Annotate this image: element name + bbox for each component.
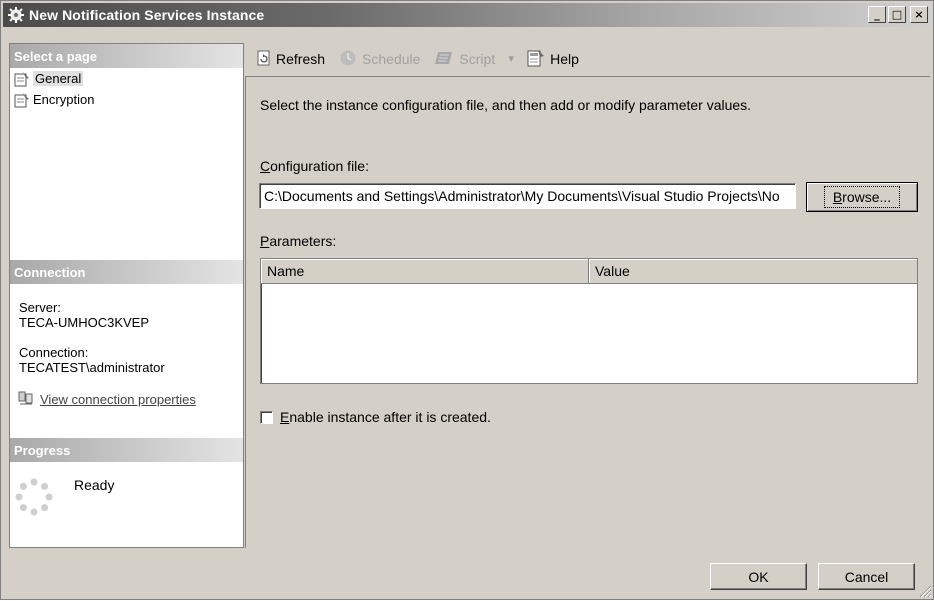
progress-header: Progress <box>10 438 243 462</box>
view-connection-properties-link[interactable]: View connection properties <box>18 390 196 409</box>
page-icon <box>14 92 30 108</box>
enable-instance-label: Enable instance after it is created. <box>280 409 491 425</box>
window-title: New Notification Services Instance <box>29 7 264 23</box>
instruction-text: Select the instance configuration file, … <box>260 97 751 113</box>
title-bar[interactable]: New Notification Services Instance _ □ × <box>3 3 931 27</box>
page-item-label: General <box>33 71 83 86</box>
cancel-button[interactable]: Cancel <box>818 563 915 590</box>
minimize-button[interactable]: _ <box>868 6 886 23</box>
connection-label: Connection: <box>19 345 88 360</box>
configuration-file-field[interactable]: C:\Documents and Settings\Administrator\… <box>259 183 796 209</box>
parameters-grid-header: Name Value <box>261 259 917 284</box>
script-dropdown-chevron-down-icon[interactable]: ▼ <box>504 54 518 65</box>
toolbar: Refresh Schedule Script ▼ <box>246 43 584 75</box>
left-pane: Select a page General Encryption Connect… <box>9 43 244 548</box>
maximize-button[interactable]: □ <box>888 6 906 23</box>
help-button[interactable]: Help <box>522 47 584 72</box>
browse-button[interactable]: Browse... <box>806 182 918 212</box>
parameters-grid[interactable]: Name Value <box>260 258 918 384</box>
schedule-label: Schedule <box>362 51 420 67</box>
page-item-encryption[interactable]: Encryption <box>14 90 94 109</box>
column-header-value[interactable]: Value <box>589 259 917 283</box>
enable-instance-checkbox[interactable]: Enable instance after it is created. <box>260 409 491 425</box>
server-value: TECA-UMHOC3KVEP <box>19 315 149 330</box>
progress-status: Ready <box>74 477 114 493</box>
configuration-file-label: Configuration file: <box>260 158 369 174</box>
page-icon <box>14 71 30 87</box>
page-item-general[interactable]: General <box>14 69 83 88</box>
parameters-label: Parameters: <box>260 233 336 249</box>
connection-header: Connection <box>10 260 243 284</box>
progress-spinner-icon <box>14 477 54 517</box>
checkbox-box[interactable] <box>260 411 273 424</box>
refresh-label: Refresh <box>276 51 325 67</box>
server-label: Server: <box>19 300 61 315</box>
resize-grip-icon[interactable] <box>918 584 932 598</box>
select-page-header: Select a page <box>10 44 243 68</box>
ok-button[interactable]: OK <box>710 563 807 590</box>
connection-properties-icon <box>18 390 34 409</box>
close-button[interactable]: × <box>910 6 928 23</box>
schedule-button[interactable]: Schedule <box>334 47 425 72</box>
column-header-name[interactable]: Name <box>261 259 589 283</box>
script-button[interactable]: Script <box>429 48 500 71</box>
connection-value: TECATEST\administrator <box>19 360 165 375</box>
schedule-icon <box>339 49 357 70</box>
script-icon <box>434 50 454 69</box>
refresh-button[interactable]: Refresh <box>252 48 330 71</box>
help-label: Help <box>550 51 579 67</box>
help-icon <box>527 49 545 70</box>
view-connection-properties-label[interactable]: View connection properties <box>40 392 196 407</box>
refresh-icon <box>257 50 271 69</box>
gear-icon <box>7 6 25 24</box>
page-item-label: Encryption <box>33 92 94 107</box>
script-label: Script <box>459 51 495 67</box>
